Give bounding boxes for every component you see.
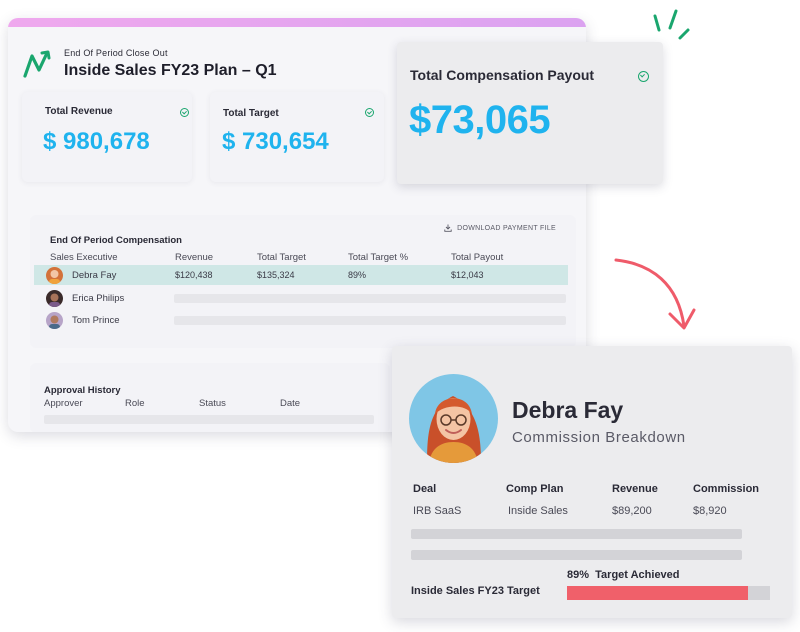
total-revenue-card[interactable]: Total Revenue $ 980,678: [22, 92, 192, 182]
sparkle-decoration-icon: [653, 9, 690, 40]
approval-placeholder-bar: [44, 415, 374, 424]
row-placeholder-bar: [174, 294, 566, 303]
cell-deal: IRB SaaS: [413, 505, 462, 517]
table-row[interactable]: Erica Philips: [34, 288, 568, 308]
row-revenue: $120,438: [175, 270, 213, 280]
total-target-card[interactable]: Total Target $ 730,654: [210, 92, 384, 182]
approval-title: Approval History: [44, 385, 121, 396]
col-deal: Deal: [413, 483, 437, 495]
check-circle-icon: [365, 108, 374, 117]
cell-commission: $8,920: [693, 505, 727, 517]
target-label: Inside Sales FY23 Target: [411, 585, 540, 597]
col-total-payout: Total Payout: [451, 252, 504, 263]
compensation-title: End Of Period Compensation: [50, 235, 182, 246]
target-achieved-label: Target Achieved: [595, 569, 680, 581]
avatar: [46, 267, 63, 284]
row-target-pct: 89%: [348, 270, 367, 280]
col-total-target-pct: Total Target %: [348, 252, 409, 263]
target-achieved-text: 89% Target Achieved: [567, 569, 680, 581]
total-revenue-value: $ 980,678: [43, 128, 150, 155]
target-percent: 89%: [567, 569, 590, 581]
total-revenue-label: Total Revenue: [45, 106, 113, 117]
row-name: Debra Fay: [72, 270, 117, 281]
row-placeholder-bar: [174, 316, 566, 325]
col-approver: Approver: [44, 398, 83, 409]
placeholder-bar: [411, 550, 742, 560]
target-progress-bar: [567, 586, 770, 600]
col-status: Status: [199, 398, 226, 409]
logo-icon: [23, 50, 51, 78]
table-row[interactable]: Debra Fay $120,438 $135,324 89% $12,043: [34, 265, 568, 285]
col-total-target: Total Target: [257, 252, 306, 263]
col-date: Date: [280, 398, 301, 409]
row-name: Erica Philips: [72, 293, 125, 304]
table-row[interactable]: Tom Prince: [34, 310, 568, 330]
page-title: Inside Sales FY23 Plan – Q1: [64, 62, 277, 79]
breakdown-subtitle: Commission Breakdown: [512, 429, 686, 446]
col-revenue: Revenue: [175, 252, 214, 263]
col-commission: Commission: [693, 483, 760, 495]
window-top-bar: [8, 18, 586, 27]
target-progress-fill: [567, 586, 748, 600]
total-compensation-value: $73,065: [409, 98, 551, 142]
stage: End Of Period Close Out Inside Sales FY2…: [0, 0, 800, 632]
total-compensation-card[interactable]: Total Compensation Payout $73,065: [397, 42, 663, 184]
col-sales-executive: Sales Executive: [50, 252, 118, 263]
check-circle-icon: [180, 108, 189, 117]
page-subtitle: End Of Period Close Out: [64, 48, 168, 58]
row-name: Tom Prince: [72, 315, 120, 326]
cell-comp-plan: Inside Sales: [508, 505, 568, 517]
row-payout: $12,043: [451, 270, 484, 280]
page-header: End Of Period Close Out Inside Sales FY2…: [22, 48, 277, 80]
download-icon: [444, 224, 452, 232]
avatar: [409, 374, 498, 463]
approval-history-panel: Approval History Approver Role Status Da…: [30, 363, 390, 432]
check-circle-icon: [638, 71, 649, 82]
col-comp-plan: Comp Plan: [506, 483, 564, 495]
avatar: [46, 312, 63, 329]
row-target: $135,324: [257, 270, 295, 280]
col-revenue: Revenue: [612, 483, 658, 495]
end-of-period-compensation-panel: End Of Period Compensation DOWNLOAD PAYM…: [30, 215, 576, 348]
total-compensation-label: Total Compensation Payout: [410, 67, 595, 83]
download-payment-file-button[interactable]: DOWNLOAD PAYMENT FILE: [444, 224, 556, 232]
placeholder-bar: [411, 529, 742, 539]
col-role: Role: [125, 398, 145, 409]
cell-revenue: $89,200: [612, 505, 652, 517]
download-label: DOWNLOAD PAYMENT FILE: [457, 224, 556, 232]
total-target-value: $ 730,654: [222, 128, 329, 155]
curved-arrow-icon: [614, 258, 696, 330]
employee-name: Debra Fay: [512, 397, 624, 423]
total-target-label: Total Target: [223, 108, 279, 119]
avatar: [46, 290, 63, 307]
commission-breakdown-card: Debra Fay Commission Breakdown Deal Comp…: [392, 346, 792, 618]
